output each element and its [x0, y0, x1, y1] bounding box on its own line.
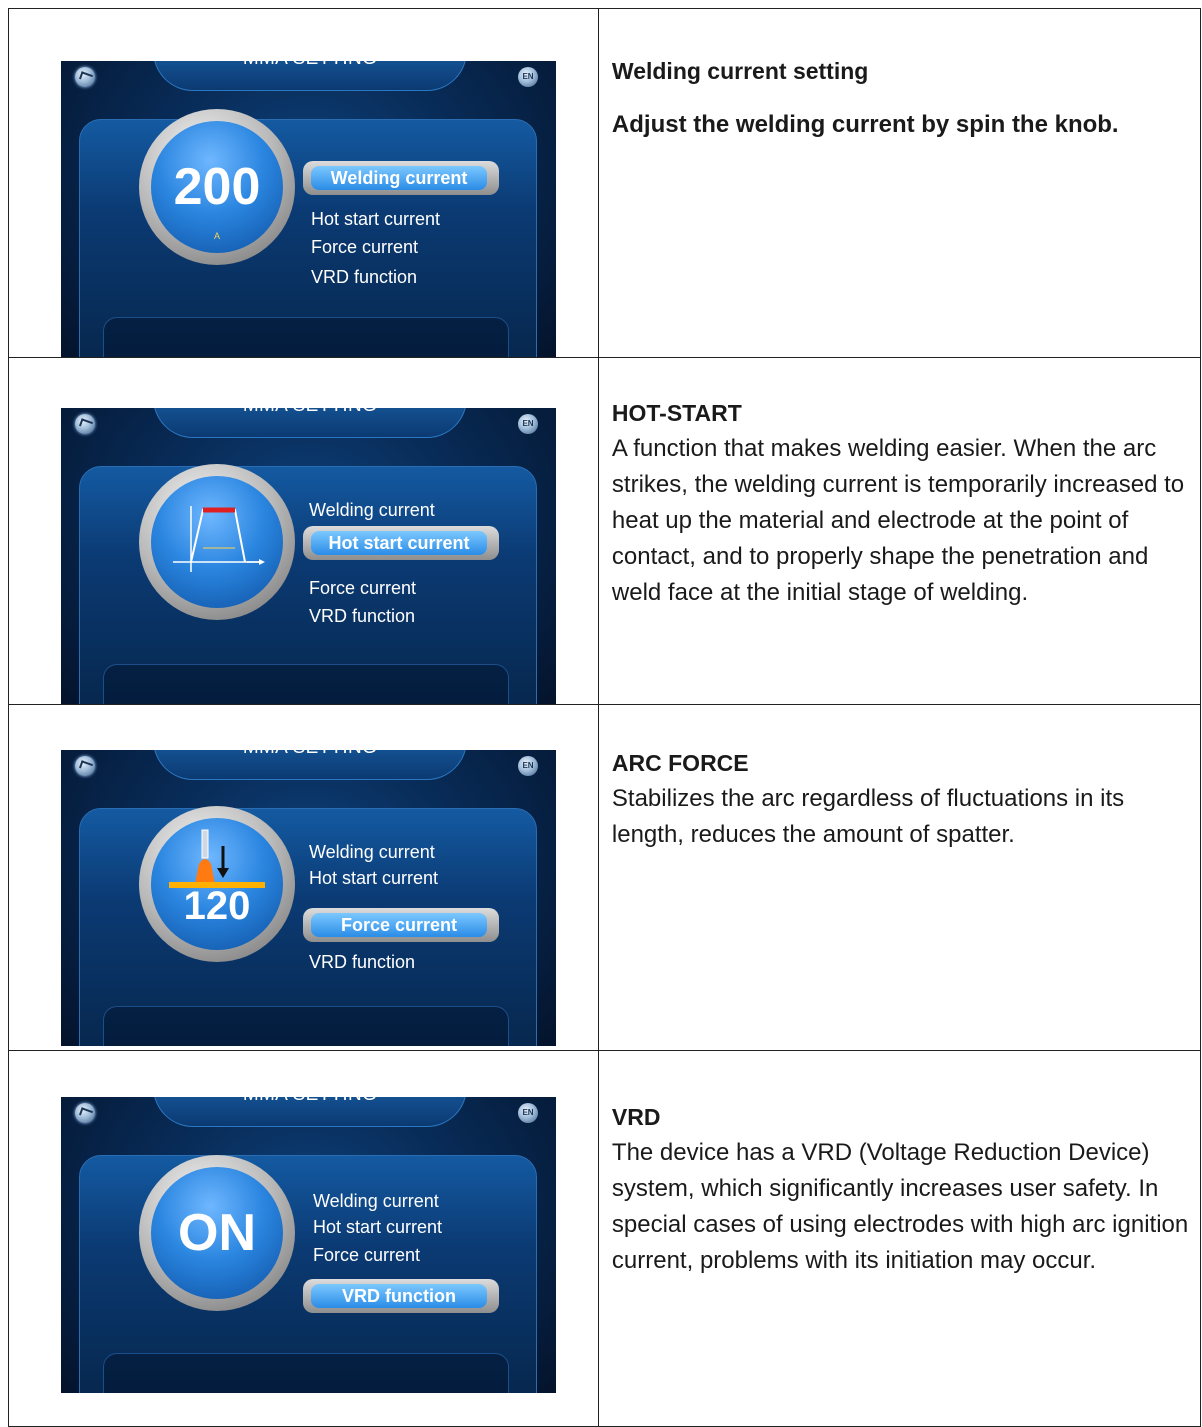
section-text: The device has a VRD (Voltage Reduction …: [611, 1139, 1189, 1274]
dial-unit: A: [213, 231, 220, 241]
menu-item-label: VRD function: [311, 1284, 487, 1308]
menu-item[interactable]: VRD function: [309, 952, 415, 973]
menu-item[interactable]: Welding current: [309, 500, 435, 521]
info-box: [103, 664, 509, 704]
value-dial[interactable]: 200 A: [139, 109, 295, 265]
value-dial[interactable]: 120: [139, 806, 295, 962]
screenshot-cell: MMA SETTING EN 200 A Welding current Hot…: [8, 8, 599, 358]
device-screen: MMA SETTING EN 120: [61, 750, 556, 1046]
dial-value: 120: [183, 884, 251, 928]
menu-item-selected[interactable]: Force current: [303, 908, 499, 942]
device-screen: MMA SETTING EN ON Welding current Hot st…: [61, 1097, 556, 1393]
device-screen: MMA SETTING EN 200 A Welding current Hot…: [61, 61, 556, 357]
screenshot-cell: MMA SETTING EN: [8, 357, 599, 705]
section-text: A function that makes welding easier. Wh…: [611, 435, 1185, 606]
info-box: [103, 1353, 509, 1393]
section-text: Adjust the welding current by spin the k…: [611, 111, 1119, 138]
table-row-arc-force: MMA SETTING EN 120: [8, 704, 1202, 1051]
menu-item-label: Hot start current: [311, 531, 487, 555]
value-dial[interactable]: ON: [139, 1155, 295, 1311]
menu-item-selected[interactable]: Hot start current: [303, 526, 499, 560]
menu-item-label: Welding current: [311, 166, 487, 190]
home-icon[interactable]: [75, 1103, 95, 1123]
table-row-hot-start: MMA SETTING EN: [8, 357, 1202, 705]
menu-item-selected[interactable]: VRD function: [303, 1279, 499, 1313]
screenshot-cell: MMA SETTING EN ON Welding current Hot st…: [8, 1050, 599, 1427]
section-text: Stabilizes the arc regardless of fluctua…: [611, 785, 1125, 848]
menu-item[interactable]: Welding current: [309, 842, 435, 863]
screen-title: MMA SETTING: [154, 1097, 466, 1106]
description-cell: HOT-START A function that makes welding …: [597, 357, 1202, 705]
info-box: [103, 1006, 509, 1046]
menu-item[interactable]: Force current: [311, 237, 418, 258]
section-heading: ARC FORCE: [611, 750, 749, 776]
description-cell: ARC FORCE Stabilizes the arc regardless …: [597, 704, 1202, 1051]
dial-face: [151, 476, 283, 608]
home-icon[interactable]: [75, 756, 95, 776]
info-box: [103, 317, 509, 357]
menu-item[interactable]: Hot start current: [309, 868, 438, 889]
dial-value: 200: [173, 158, 261, 216]
table-row-welding-current: MMA SETTING EN 200 A Welding current Hot…: [8, 8, 1202, 358]
menu-item[interactable]: Force current: [309, 578, 416, 599]
menu-item[interactable]: Welding current: [313, 1191, 439, 1212]
dial-face: ON: [151, 1167, 283, 1299]
screenshot-cell: MMA SETTING EN 120: [8, 704, 599, 1051]
menu-item-selected[interactable]: Welding current: [303, 161, 499, 195]
section-heading: HOT-START: [611, 400, 742, 426]
menu-item[interactable]: Hot start current: [311, 209, 440, 230]
section-heading: Welding current setting: [611, 58, 869, 84]
screen-title: MMA SETTING: [154, 750, 466, 759]
language-icon[interactable]: EN: [518, 756, 538, 776]
menu-item-label: Force current: [311, 913, 487, 937]
screen-title: MMA SETTING: [154, 61, 466, 70]
settings-table: MMA SETTING EN 200 A Welding current Hot…: [8, 8, 1202, 1427]
description-cell: VRD The device has a VRD (Voltage Reduct…: [597, 1050, 1202, 1427]
dial-face: 200 A: [151, 121, 283, 253]
dial-value: ON: [178, 1204, 256, 1262]
screen-title: MMA SETTING: [154, 408, 466, 417]
home-icon[interactable]: [75, 67, 95, 87]
title-bar: MMA SETTING: [153, 750, 467, 780]
hot-start-graph-icon: [173, 506, 265, 572]
menu-item[interactable]: VRD function: [311, 267, 417, 288]
table-row-vrd: MMA SETTING EN ON Welding current Hot st…: [8, 1050, 1202, 1427]
home-icon[interactable]: [75, 414, 95, 434]
section-heading: VRD: [611, 1104, 661, 1130]
dial-face: 120: [151, 818, 283, 950]
language-icon[interactable]: EN: [518, 414, 538, 434]
device-screen: MMA SETTING EN: [61, 408, 556, 704]
language-icon[interactable]: EN: [518, 67, 538, 87]
title-bar: MMA SETTING: [153, 61, 467, 91]
menu-item[interactable]: VRD function: [309, 606, 415, 627]
title-bar: MMA SETTING: [153, 408, 467, 438]
menu-item[interactable]: Hot start current: [313, 1217, 442, 1238]
language-icon[interactable]: EN: [518, 1103, 538, 1123]
description-cell: Welding current setting Adjust the weldi…: [597, 8, 1202, 358]
value-dial[interactable]: [139, 464, 295, 620]
menu-item[interactable]: Force current: [313, 1245, 420, 1266]
title-bar: MMA SETTING: [153, 1097, 467, 1127]
